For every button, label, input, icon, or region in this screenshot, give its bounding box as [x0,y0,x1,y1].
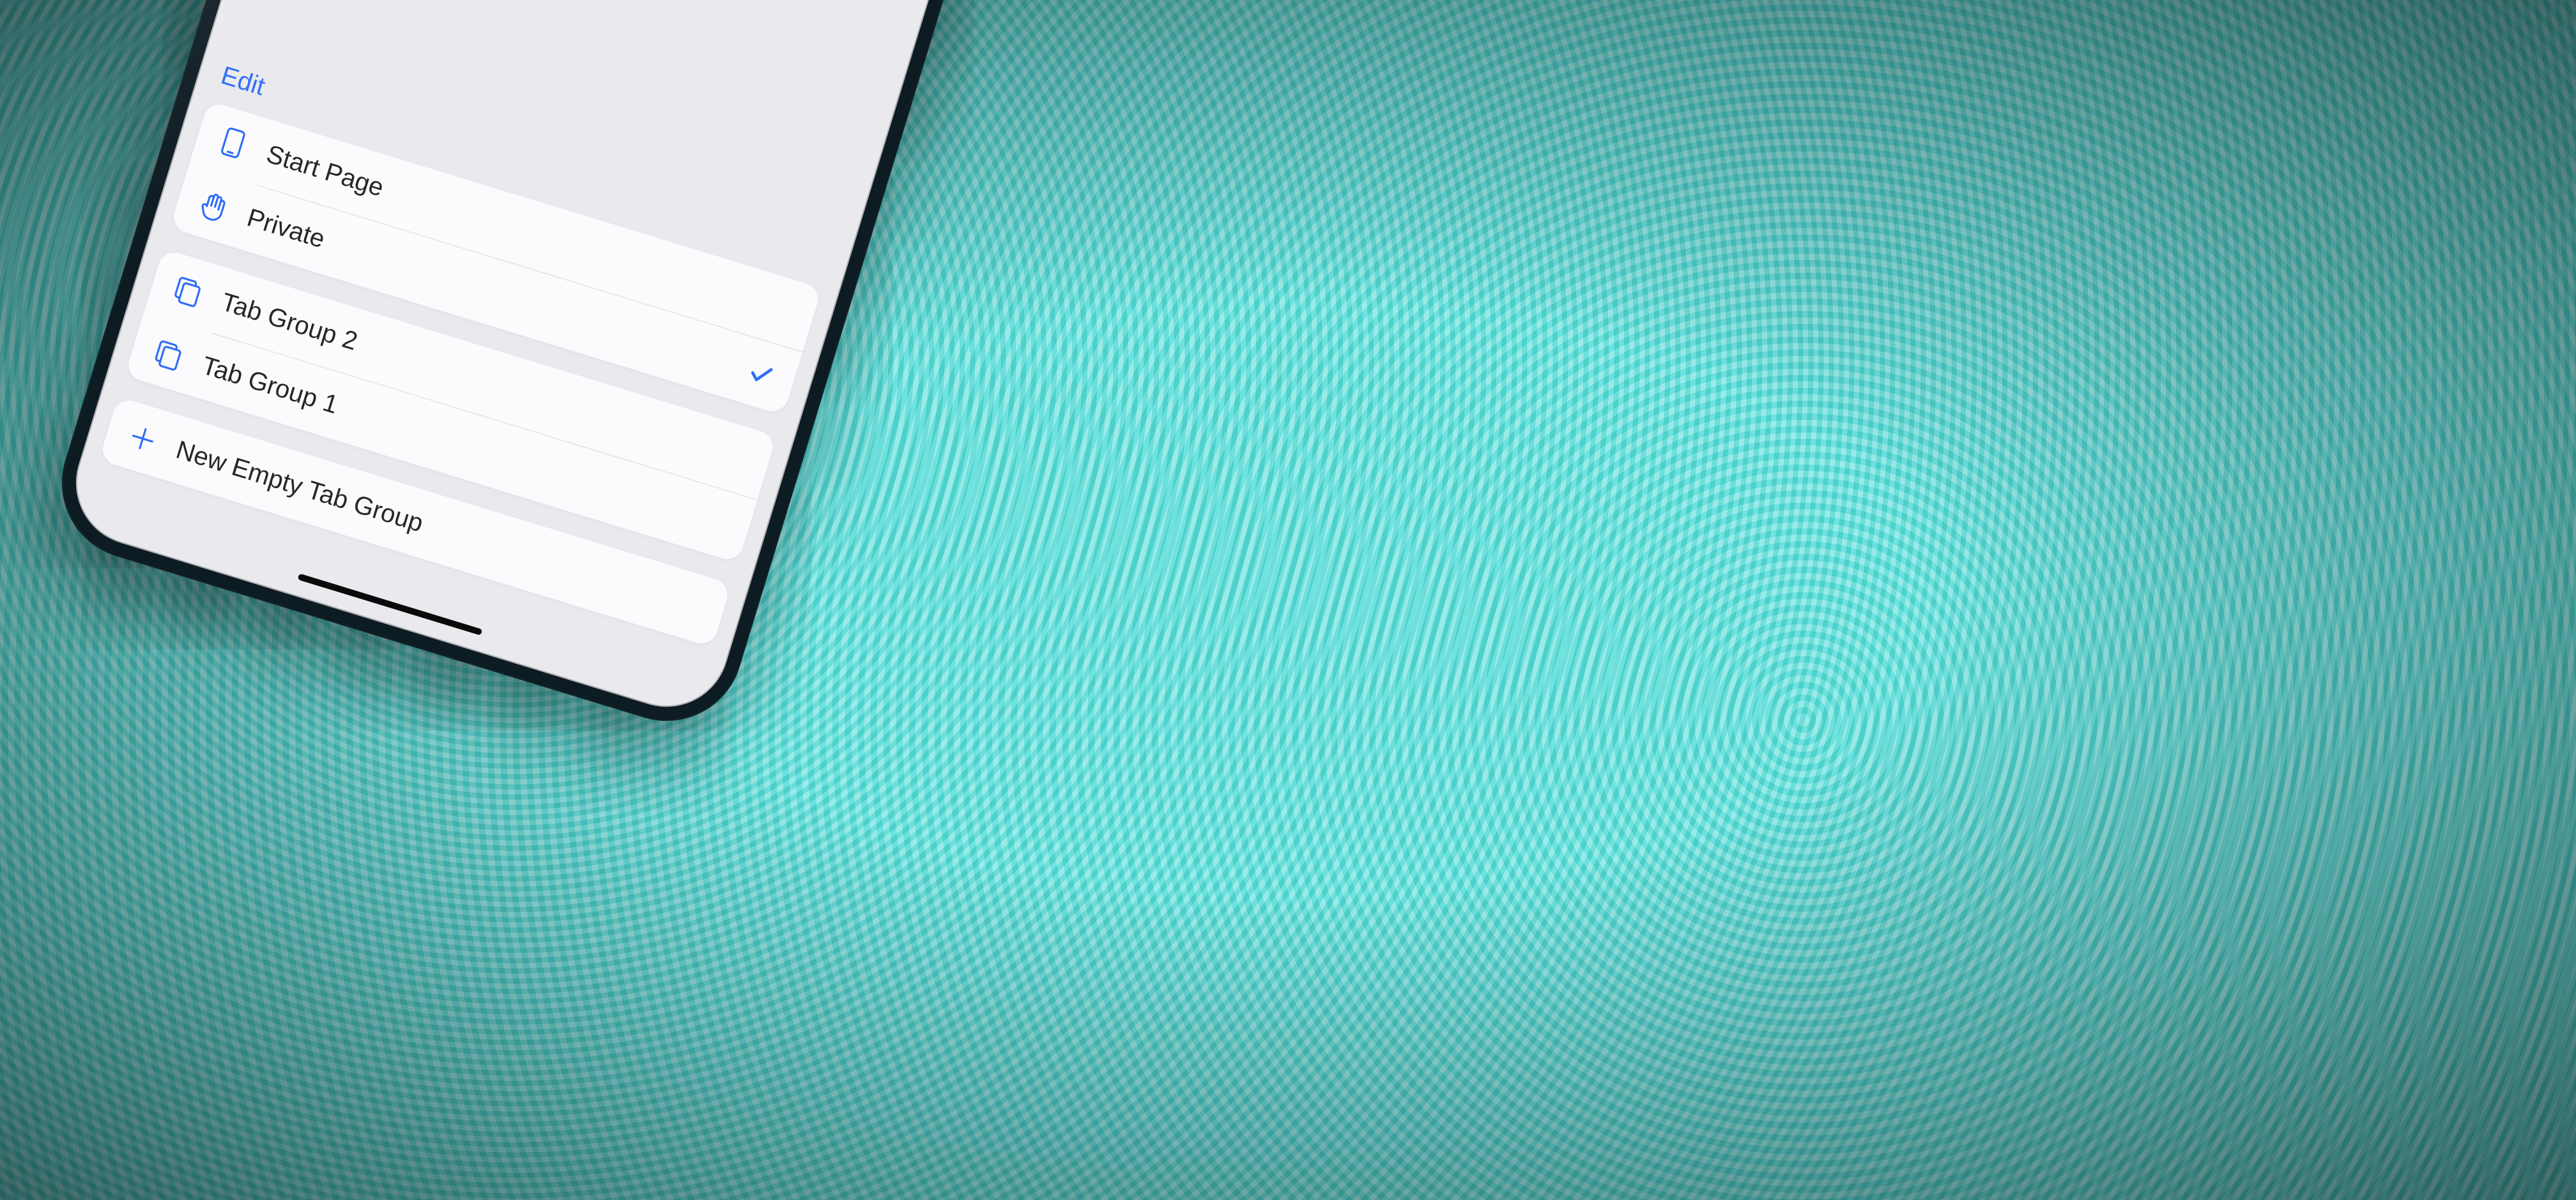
tabs-icon [148,334,189,375]
phone-icon [212,122,254,164]
tab-groups-sheet: Edit Start Page [61,34,858,723]
phone-screen: Edit Start Page [61,0,951,723]
plus-icon [122,418,164,459]
hand-icon [193,186,234,227]
tabs-icon [167,270,209,312]
phone-frame: Edit Start Page [43,0,969,740]
